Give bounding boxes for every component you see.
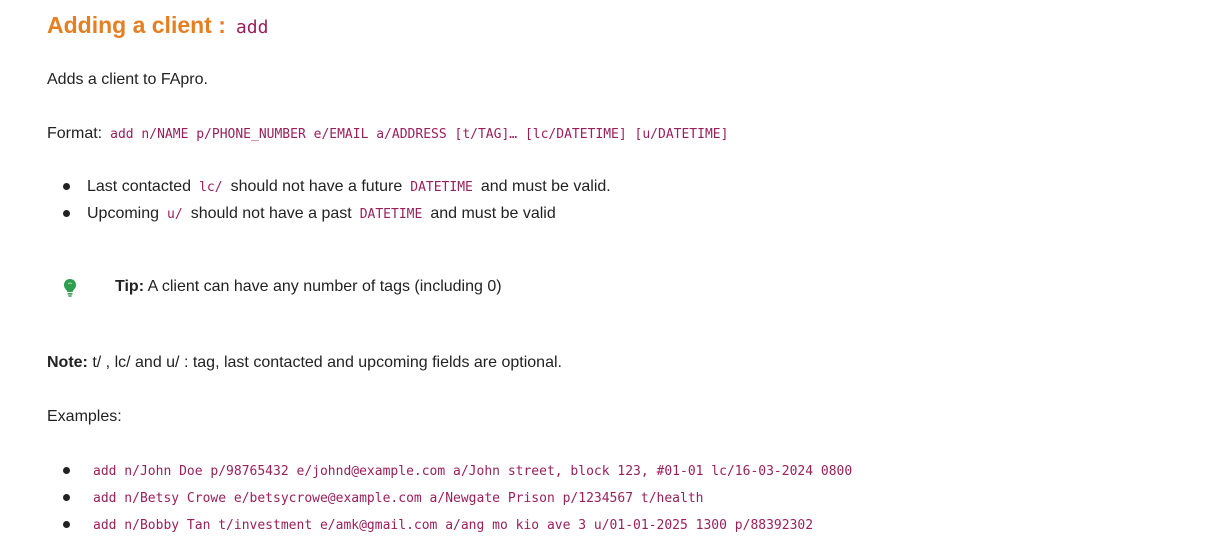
format-label: Format:	[47, 125, 103, 142]
section-title: Adding a client :	[47, 12, 226, 38]
command-code: add	[235, 17, 269, 38]
bullet-icon	[63, 183, 70, 190]
list-item: Last contacted lc/should not have a futur…	[47, 176, 611, 203]
bullet-icon	[63, 467, 70, 474]
lightbulb-icon	[64, 279, 76, 297]
note-text: t/ , lc/ and u/ : tag, last contacted an…	[92, 354, 562, 371]
format-syntax: add n/NAME p/PHONE_NUMBER e/EMAIL a/ADDR…	[110, 127, 729, 142]
tip-body: Tip: A client can have any number of tag…	[115, 278, 502, 296]
rule-text: and must be valid.	[480, 178, 611, 195]
inline-code: u/	[167, 207, 183, 222]
tip-text: A client can have any number of tags (in…	[147, 278, 502, 295]
bullet-icon	[63, 210, 70, 217]
tip-label: Tip:	[115, 278, 145, 295]
note-label: Note:	[47, 354, 88, 371]
rule-text: Last contacted	[87, 178, 192, 195]
bullet-icon	[63, 521, 70, 528]
rules-list: Last contacted lc/should not have a futur…	[47, 176, 611, 230]
example-code: add n/Bobby Tan t/investment e/amk@gmail…	[93, 518, 814, 533]
list-item: add n/Betsy Crowe e/betsycrowe@example.c…	[47, 487, 852, 514]
example-code: add n/John Doe p/98765432 e/johnd@exampl…	[93, 464, 853, 479]
inline-code: DATETIME	[359, 207, 423, 222]
rule-text: and must be valid	[430, 205, 556, 222]
example-code: add n/Betsy Crowe e/betsycrowe@example.c…	[93, 491, 704, 506]
rule-text: should not have a future	[230, 178, 403, 195]
list-item: add n/Bobby Tan t/investment e/amk@gmail…	[47, 514, 852, 541]
examples-list: add n/John Doe p/98765432 e/johnd@exampl…	[47, 460, 852, 541]
list-item: add n/John Doe p/98765432 e/johnd@exampl…	[47, 460, 852, 487]
inline-code: DATETIME	[410, 180, 473, 195]
inline-code: lc/	[199, 180, 223, 195]
note-line: Note: t/ , lc/ and u/ : tag, last contac…	[47, 354, 562, 372]
format-line: Format: add n/NAME p/PHONE_NUMBER e/EMAIL…	[47, 125, 728, 143]
section-heading: Adding a client : add	[47, 12, 268, 39]
command-description: Adds a client to FApro.	[47, 71, 208, 88]
examples-label: Examples:	[47, 408, 122, 425]
rule-text: Upcoming	[87, 205, 160, 222]
rule-text: should not have a past	[190, 205, 352, 222]
bullet-icon	[63, 494, 70, 501]
list-item: Upcoming u/should not have a past DATETIME…	[47, 203, 611, 230]
